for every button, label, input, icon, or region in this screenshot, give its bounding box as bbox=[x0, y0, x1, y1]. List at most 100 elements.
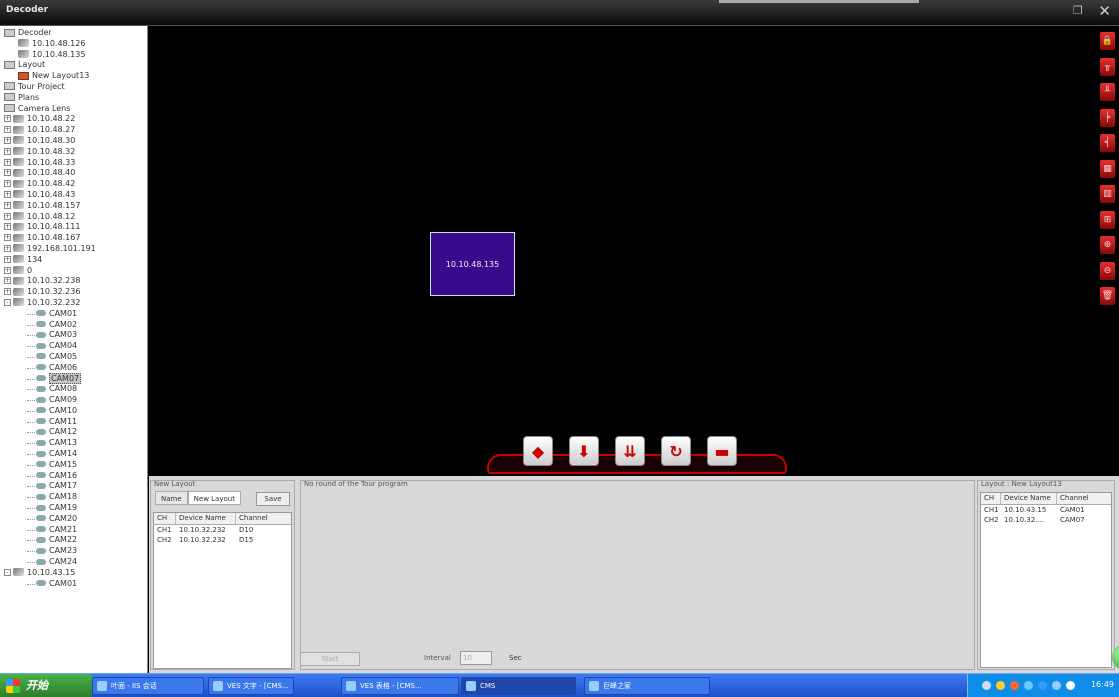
tree-node[interactable]: +134 bbox=[0, 255, 147, 266]
save-button[interactable]: Save bbox=[256, 492, 290, 506]
name-tab[interactable]: Name bbox=[155, 491, 188, 505]
tree-node[interactable]: +10.10.48.157 bbox=[0, 201, 147, 212]
col-channel[interactable]: Channel bbox=[236, 513, 276, 524]
tree-node[interactable]: +10.10.48.27 bbox=[0, 125, 147, 136]
tree-node[interactable]: CAM04 bbox=[0, 341, 147, 352]
tree-node[interactable]: CAM11 bbox=[0, 417, 147, 428]
tray-security-icon[interactable] bbox=[1052, 681, 1061, 690]
download-icon[interactable]: ⬇ bbox=[569, 436, 599, 466]
expand-icon[interactable]: + bbox=[4, 288, 11, 296]
new-layout-table[interactable]: CH Device Name Channel CH1 10.10.32.232 D10 … bbox=[153, 512, 292, 669]
expand-icon[interactable]: + bbox=[4, 126, 11, 134]
tree-node[interactable]: CAM19 bbox=[0, 503, 147, 514]
tree-node[interactable]: +10.10.48.30 bbox=[0, 136, 147, 147]
expand-icon[interactable]: + bbox=[4, 212, 11, 220]
decoder-screen[interactable]: 10.10.48.135 bbox=[430, 232, 515, 296]
tree-node[interactable]: +10.10.48.22 bbox=[0, 114, 147, 125]
expand-icon[interactable]: + bbox=[4, 234, 11, 242]
tree-node[interactable]: +192.168.101.191 bbox=[0, 244, 147, 255]
tree-node[interactable]: Layout bbox=[0, 60, 147, 71]
expand-icon[interactable]: + bbox=[4, 223, 11, 231]
tree-node[interactable]: CAM08 bbox=[0, 384, 147, 395]
taskbar-task[interactable]: CMS bbox=[461, 677, 576, 695]
lock-icon[interactable]: 🔒 bbox=[1100, 32, 1115, 50]
tree-node[interactable]: +10.10.48.12 bbox=[0, 212, 147, 223]
video-wall[interactable]: 10.10.48.135 bbox=[149, 26, 1095, 476]
col-ch[interactable]: CH bbox=[154, 513, 176, 524]
table-row[interactable]: CH2 10.10.32.232 D15 bbox=[154, 535, 291, 545]
tray-app-icon[interactable] bbox=[1010, 681, 1019, 690]
tree-node[interactable]: +10.10.48.111 bbox=[0, 222, 147, 233]
tree-node[interactable]: CAM05 bbox=[0, 352, 147, 363]
layout-detail-table[interactable]: CH Device Name Channel CH1 10.10.43.15 CAM01… bbox=[980, 492, 1112, 668]
tree-node[interactable]: CAM22 bbox=[0, 535, 147, 546]
tree-node[interactable]: - 10.10.32.232 bbox=[0, 298, 147, 309]
eraser-icon[interactable]: ◆ bbox=[523, 436, 553, 466]
tree-node[interactable]: +10.10.48.167 bbox=[0, 233, 147, 244]
tray-qq-icon[interactable] bbox=[1038, 681, 1047, 690]
start-button[interactable]: Start bbox=[300, 652, 360, 666]
expand-icon[interactable]: + bbox=[4, 158, 11, 166]
tree-node[interactable]: CAM16 bbox=[0, 471, 147, 482]
table-row[interactable]: CH2 10.10.32.... CAM07 bbox=[981, 515, 1111, 525]
tree-node[interactable]: CAM12 bbox=[0, 427, 147, 438]
tree-node[interactable]: CAM15 bbox=[0, 460, 147, 471]
tree-node[interactable]: CAM13 bbox=[0, 438, 147, 449]
tree-node[interactable]: CAM03 bbox=[0, 330, 147, 341]
taskbar-task[interactable]: 叶面 - IIS 会话 bbox=[92, 677, 204, 695]
tree-node[interactable]: 10.10.48.135 bbox=[0, 50, 147, 61]
tree-node[interactable]: CAM06 bbox=[0, 363, 147, 374]
collapse-icon[interactable]: - bbox=[4, 298, 11, 306]
restore-icon[interactable]: ❐ bbox=[1073, 5, 1085, 16]
layout-name-field[interactable]: New Layout bbox=[187, 491, 241, 505]
expand-icon[interactable]: + bbox=[4, 201, 11, 209]
expand-icon[interactable]: + bbox=[4, 136, 11, 144]
taskbar-task[interactable]: 巨峰之家 bbox=[584, 677, 710, 695]
tree-node[interactable]: CAM24 bbox=[0, 557, 147, 568]
tree-node[interactable]: Camera Lens bbox=[0, 104, 147, 115]
close-icon[interactable]: ✕ bbox=[1098, 4, 1111, 19]
col-channel[interactable]: Channel bbox=[1057, 493, 1097, 504]
tree-node[interactable]: CAM18 bbox=[0, 492, 147, 503]
interval-input[interactable]: 10 bbox=[460, 651, 492, 665]
tree-node[interactable]: CAM10 bbox=[0, 406, 147, 417]
layout-split-icon[interactable]: ⊞ bbox=[1100, 210, 1115, 229]
tree-node[interactable]: CAM01 bbox=[0, 309, 147, 320]
layout-left-icon[interactable]: ╞ bbox=[1100, 108, 1115, 127]
clear-icon[interactable]: ▬ bbox=[707, 436, 737, 466]
tree-node[interactable]: Plans bbox=[0, 93, 147, 104]
layout-grid-icon[interactable]: ▦ bbox=[1100, 159, 1115, 178]
download-all-icon[interactable]: ⇊ bbox=[615, 436, 645, 466]
expand-icon[interactable]: + bbox=[4, 277, 11, 285]
tree-node[interactable]: - 10.10.43.15 bbox=[0, 568, 147, 579]
taskbar-task[interactable]: VES 文字 - [CMS... bbox=[208, 677, 294, 695]
taskbar-task[interactable]: VES 表格 - [CMS... bbox=[341, 677, 459, 695]
refresh-icon[interactable]: ↻ bbox=[661, 436, 691, 466]
table-row[interactable]: CH1 10.10.43.15 CAM01 bbox=[981, 505, 1111, 515]
col-device-name[interactable]: Device Name bbox=[1001, 493, 1057, 504]
layout-top-icon[interactable]: ╥ bbox=[1100, 57, 1115, 76]
expand-icon[interactable]: + bbox=[4, 115, 11, 123]
tray-ime-icon[interactable] bbox=[1024, 681, 1033, 690]
tree-node[interactable]: +10.10.32.236 bbox=[0, 287, 147, 298]
tree-node[interactable]: CAM20 bbox=[0, 514, 147, 525]
tree-node[interactable]: +10.10.32.238 bbox=[0, 276, 147, 287]
tree-node[interactable]: +0 bbox=[0, 266, 147, 277]
tree-node[interactable]: +10.10.48.40 bbox=[0, 168, 147, 179]
tree-node[interactable]: CAM14 bbox=[0, 449, 147, 460]
tree-node[interactable]: +10.10.48.33 bbox=[0, 158, 147, 169]
tree-node[interactable]: Tour Project bbox=[0, 82, 147, 93]
tree-node[interactable]: +10.10.48.32 bbox=[0, 147, 147, 158]
table-row[interactable]: CH1 10.10.32.232 D10 bbox=[154, 525, 291, 535]
expand-icon[interactable]: + bbox=[4, 169, 11, 177]
tray-volume-icon[interactable] bbox=[996, 681, 1005, 690]
device-tree[interactable]: Decoder 10.10.48.126 10.10.48.135 Layout New… bbox=[0, 26, 148, 673]
expand-icon[interactable]: + bbox=[4, 190, 11, 198]
col-device-name[interactable]: Device Name bbox=[176, 513, 236, 524]
expand-icon[interactable]: + bbox=[4, 147, 11, 155]
tree-node[interactable]: CAM01 bbox=[0, 579, 147, 590]
tree-node[interactable]: CAM17 bbox=[0, 481, 147, 492]
col-ch[interactable]: CH bbox=[981, 493, 1001, 504]
layout-bottom-icon[interactable]: ╨ bbox=[1100, 83, 1115, 101]
zoom-out-icon[interactable]: ⊖ bbox=[1100, 261, 1115, 280]
